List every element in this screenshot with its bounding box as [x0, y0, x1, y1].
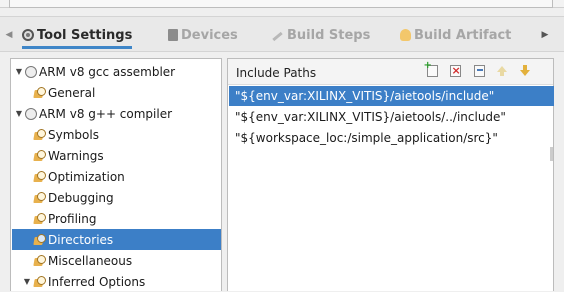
- settings-icon: [32, 128, 47, 141]
- settings-icon: [32, 191, 47, 204]
- tool-icon: [25, 107, 37, 120]
- edit-path-button[interactable]: [472, 64, 486, 78]
- edit-icon: [473, 65, 485, 77]
- tree-item-profiling[interactable]: Profiling: [12, 208, 221, 229]
- tree-item-label: General: [48, 85, 96, 100]
- include-paths-header: Include Paths: [228, 59, 553, 85]
- move-down-button[interactable]: [518, 64, 532, 78]
- scroll-tabs-right-icon[interactable]: ▶: [536, 17, 554, 53]
- tree-item-miscellaneous[interactable]: Miscellaneous: [12, 250, 221, 271]
- settings-icon: [32, 86, 47, 99]
- tool-icon: [25, 65, 37, 78]
- expand-toggle-icon[interactable]: ▼: [14, 67, 24, 76]
- tab-devices[interactable]: Devices: [168, 17, 238, 53]
- settings-icon: [32, 149, 47, 162]
- tree-item-label: Miscellaneous: [48, 253, 133, 268]
- gear-icon: [22, 29, 34, 41]
- expand-toggle-icon[interactable]: ▼: [14, 109, 24, 118]
- tree-item-symbols[interactable]: Symbols: [12, 124, 221, 145]
- settings-icon: [32, 275, 47, 288]
- wrench-icon: [271, 29, 284, 41]
- settings-icon: [32, 170, 47, 183]
- scrollbar-indicator[interactable]: [550, 147, 553, 161]
- tool-settings-tree: ▼ ARM v8 gcc assembler General ▼ ARM v8 …: [10, 58, 222, 291]
- delete-path-button[interactable]: [448, 64, 462, 78]
- tree-item-debugging[interactable]: Debugging: [12, 187, 221, 208]
- move-up-button[interactable]: [495, 64, 509, 78]
- tree-item-label: Optimization: [48, 169, 125, 184]
- lightbulb-icon: [400, 29, 411, 41]
- active-tab-indicator: [22, 46, 133, 49]
- settings-icon: [32, 233, 47, 246]
- include-paths-title: Include Paths: [236, 66, 317, 80]
- tab-label: Devices: [181, 27, 238, 43]
- tree-item-label: Symbols: [48, 127, 99, 142]
- scroll-tabs-left-icon[interactable]: ◀: [0, 17, 18, 53]
- include-path-item[interactable]: "${env_var:XILINX_VITIS}/aietools/../inc…: [229, 107, 554, 127]
- include-path-item[interactable]: "${workspace_loc:/simple_application/src…: [229, 128, 554, 148]
- tree-item-label: Profiling: [48, 211, 97, 226]
- settings-icon: [32, 212, 47, 225]
- tree-item-warnings[interactable]: Warnings: [12, 145, 221, 166]
- tree-item-label: Debugging: [48, 190, 114, 205]
- expand-toggle-icon[interactable]: ▼: [22, 277, 32, 286]
- move-down-icon: [519, 65, 531, 77]
- tree-item-inferred-options[interactable]: ▼ Inferred Options: [12, 271, 221, 292]
- tree-item-label: ARM v8 g++ compiler: [39, 106, 173, 121]
- add-path-button[interactable]: [424, 60, 439, 78]
- tree-item-label: Inferred Options: [48, 274, 146, 289]
- include-paths-panel: Include Paths "${env_var:XILINX_VITIS}/a…: [227, 58, 554, 291]
- tree-item-directories[interactable]: Directories: [12, 229, 221, 250]
- tab-label: Build Artifact: [414, 27, 512, 43]
- tool-settings-content: ▼ ARM v8 gcc assembler General ▼ ARM v8 …: [10, 58, 554, 291]
- tree-item-label: Directories: [48, 232, 114, 247]
- tab-build-steps[interactable]: Build Steps: [271, 17, 370, 53]
- add-icon: [424, 60, 438, 77]
- previous-panel-edge: [0, 0, 564, 8]
- tree-item-optimization[interactable]: Optimization: [12, 166, 221, 187]
- previous-panel-frame: [9, 0, 553, 8]
- delete-icon: [449, 64, 461, 77]
- tab-tool-settings[interactable]: Tool Settings: [22, 17, 133, 53]
- device-icon: [168, 29, 178, 41]
- tab-build-artifact[interactable]: Build Artifact: [400, 17, 511, 53]
- tree-item-compiler[interactable]: ▼ ARM v8 g++ compiler: [12, 103, 221, 124]
- tab-label: Tool Settings: [37, 27, 133, 43]
- tree-item-label: Warnings: [48, 148, 104, 163]
- include-path-item[interactable]: "${env_var:XILINX_VITIS}/aietools/includ…: [229, 86, 554, 106]
- settings-tab-bar: ◀ Tool Settings Devices Build Steps Buil…: [0, 16, 564, 52]
- tree-item-general[interactable]: General: [12, 82, 221, 103]
- tree-item-assembler[interactable]: ▼ ARM v8 gcc assembler: [12, 61, 221, 82]
- tab-label: Build Steps: [287, 27, 371, 43]
- move-up-icon: [496, 65, 508, 77]
- tree-item-label: ARM v8 gcc assembler: [39, 64, 176, 79]
- settings-icon: [32, 254, 47, 267]
